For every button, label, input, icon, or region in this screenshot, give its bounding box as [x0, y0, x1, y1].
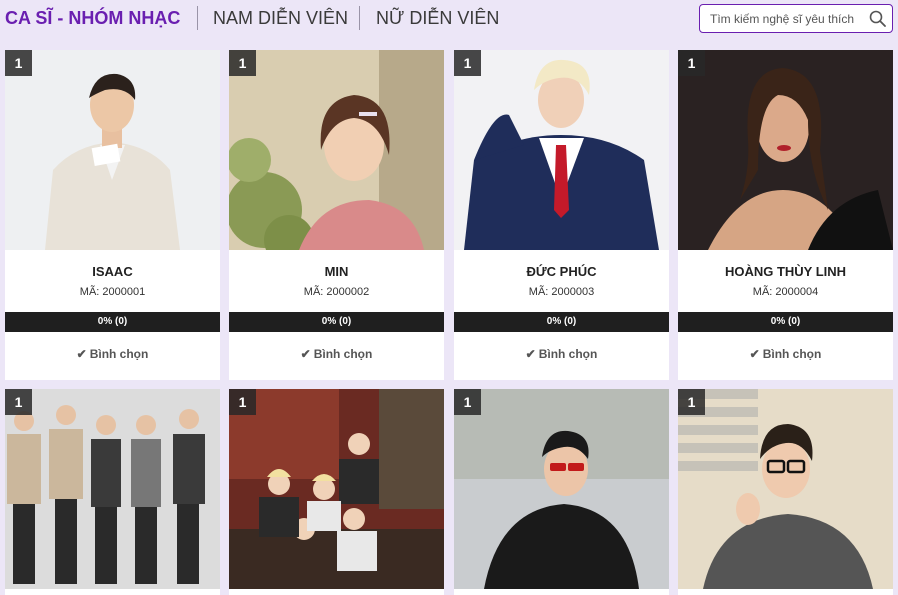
artist-photo[interactable]	[678, 389, 893, 589]
group-photo[interactable]	[5, 389, 220, 589]
vote-percent: 0% (0)	[770, 316, 801, 327]
vote-label: Bình chọn	[762, 347, 822, 361]
vote-percent: 0% (0)	[546, 316, 577, 327]
check-icon: ✔	[76, 347, 87, 361]
rank-badge: 1	[678, 50, 705, 76]
artist-name: HOÀNG THÙY LINH	[724, 264, 847, 279]
category-tabs-bar: CA SĨ - NHÓM NHẠC NAM DIỄN VIÊN NỮ DIỄN …	[0, 0, 898, 40]
group-photo[interactable]	[229, 389, 444, 589]
rank-badge: 1	[5, 50, 32, 76]
vote-percent: 0% (0)	[321, 316, 352, 327]
artist-code: MÃ: 2000003	[528, 286, 595, 298]
check-icon: ✔	[749, 347, 760, 361]
artist-name: ISAAC	[92, 264, 133, 279]
tab-actresses[interactable]: NỮ DIỄN VIÊN	[376, 8, 499, 29]
search-icon[interactable]	[869, 10, 886, 27]
search-input[interactable]	[710, 10, 862, 28]
artist-code: MÃ: 2000004	[752, 286, 819, 298]
tab-divider	[359, 6, 360, 30]
tab-actors[interactable]: NAM DIỄN VIÊN	[213, 8, 348, 29]
vote-label: Bình chọn	[538, 347, 598, 361]
artist-card: 1	[5, 389, 220, 595]
vote-progress-bar: 0% (0)	[5, 312, 220, 332]
artist-photo[interactable]	[454, 389, 669, 589]
vote-progress-bar: 0% (0)	[229, 312, 444, 332]
vote-button[interactable]: ✔ Bình chọn	[5, 347, 220, 361]
artist-card: 1 ISAAC MÃ: 2000001 0% (0) ✔ Bình chọn	[5, 50, 220, 380]
artist-search-box	[699, 4, 893, 33]
artist-card: 1 MIN MÃ: 2000002 0% (0) ✔ Bình chọn	[229, 50, 444, 380]
artist-card: 1	[229, 389, 444, 595]
artist-photo[interactable]	[229, 50, 444, 250]
rank-badge: 1	[229, 50, 256, 76]
rank-badge: 1	[454, 50, 481, 76]
check-icon: ✔	[525, 347, 536, 361]
vote-label: Bình chọn	[89, 347, 149, 361]
artist-card: 1	[454, 389, 669, 595]
check-icon: ✔	[300, 347, 311, 361]
artist-card: 1 ĐỨC PHÚC MÃ: 2000003 0% (0) ✔ Bình chọn	[454, 50, 669, 380]
vote-button[interactable]: ✔ Bình chọn	[454, 347, 669, 361]
rank-badge: 1	[454, 389, 481, 415]
vote-label: Bình chọn	[313, 347, 373, 361]
rank-badge: 1	[678, 389, 705, 415]
artist-photo[interactable]	[5, 50, 220, 250]
artist-name: MIN	[324, 264, 349, 279]
artist-photo[interactable]	[678, 50, 893, 250]
vote-button[interactable]: ✔ Bình chọn	[229, 347, 444, 361]
artist-card: 1	[678, 389, 893, 595]
rank-badge: 1	[5, 389, 32, 415]
vote-percent: 0% (0)	[97, 316, 128, 327]
tab-divider	[197, 6, 198, 30]
vote-progress-bar: 0% (0)	[678, 312, 893, 332]
artist-card: 1 HOÀNG THÙY LINH MÃ: 2000004 0% (0) ✔ Bì…	[678, 50, 893, 380]
artist-code: MÃ: 2000002	[303, 286, 370, 298]
tab-singers-groups[interactable]: CA SĨ - NHÓM NHẠC	[5, 8, 180, 29]
artist-code: MÃ: 2000001	[79, 286, 146, 298]
vote-button[interactable]: ✔ Bình chọn	[678, 347, 893, 361]
artist-photo[interactable]	[454, 50, 669, 250]
artist-name: ĐỨC PHÚC	[526, 264, 597, 279]
vote-progress-bar: 0% (0)	[454, 312, 669, 332]
rank-badge: 1	[229, 389, 256, 415]
